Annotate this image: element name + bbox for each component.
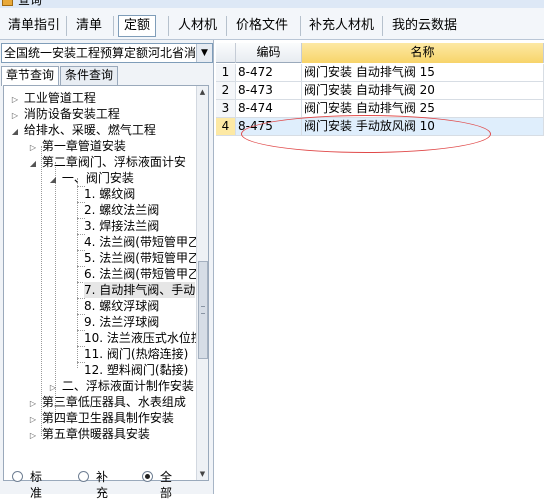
tab-separator xyxy=(382,16,383,36)
quota-library-value: 全国统一安装工程预算定额河北省消 xyxy=(4,46,196,60)
window-title: 查询 xyxy=(18,0,43,7)
grid-header: 编码 名称 xyxy=(216,43,544,63)
tree-node-fire-equipment[interactable]: ▷ 消防设备安装工程 xyxy=(10,106,120,122)
tree-leaf-selected[interactable]: 7. 自动排气阀、手动 xyxy=(84,282,196,298)
tree-node-label: 二、浮标液面计制作安装 xyxy=(61,379,194,393)
tree-node-label: 第二章阀门、浮标液面计安 xyxy=(41,155,186,169)
tab-price-file[interactable]: 价格文件 xyxy=(230,15,294,37)
tree-leaf[interactable]: 3. 焊接法兰阀 xyxy=(84,218,159,234)
cell-code[interactable]: 8-474 xyxy=(236,100,302,118)
tab-quota[interactable]: 定额 xyxy=(118,15,157,37)
cell-name[interactable]: 阀门安装 手动放风阀 10 xyxy=(302,118,544,136)
col-header-code[interactable]: 编码 xyxy=(236,43,302,63)
table-row[interactable]: 2 8-473 阀门安装 自动排气阀 20 xyxy=(216,82,544,100)
tree-node-label: 消防设备安装工程 xyxy=(23,107,120,121)
radio-label: 补充 xyxy=(96,470,109,500)
tree-leaf[interactable]: 8. 螺纹浮球阀 xyxy=(84,298,159,314)
tree-leaf[interactable]: 2. 螺纹法兰阀 xyxy=(84,202,159,218)
row-number: 2 xyxy=(216,82,236,100)
tree-leaf[interactable]: 12. 塑料阀门(黏接) xyxy=(84,362,188,378)
scroll-up-icon[interactable]: ▲ xyxy=(197,86,208,98)
tree-leaf[interactable]: 5. 法兰阀(带短管甲乙 xyxy=(84,250,200,266)
tree-leaf[interactable]: 1. 螺纹阀 xyxy=(84,186,135,202)
tree-node-water-heating-gas[interactable]: ◢ 给排水、采暖、燃气工程 xyxy=(10,122,156,138)
quota-result-grid: 编码 名称 1 8-472 阀门安装 自动排气阀 15 2 8-473 阀门安装… xyxy=(216,40,544,494)
window-titlebar: 查询 xyxy=(0,0,544,8)
tab-separator xyxy=(113,16,114,36)
col-header-name[interactable]: 名称 xyxy=(302,43,544,63)
tree-guide-line xyxy=(41,146,42,436)
col-header-index xyxy=(216,43,236,63)
tree-node-label: 第一章管道安装 xyxy=(41,139,126,153)
radio-label: 标准 xyxy=(30,470,43,500)
radio-circle-icon[interactable] xyxy=(12,471,23,482)
cell-name[interactable]: 阀门安装 自动排气阀 25 xyxy=(302,100,544,118)
tree-node-chapter-5[interactable]: ▷ 第五章供暖器具安装 xyxy=(28,426,150,442)
tree-node-label: 第四章卫生器具制作安装 xyxy=(41,411,174,425)
tree-guide-line xyxy=(77,178,78,368)
quota-library-select[interactable]: 全国统一安装工程预算定额河北省消 ▼ xyxy=(1,43,213,63)
tree-node-valve-install[interactable]: ◢ 一、阀门安装 xyxy=(48,170,134,186)
filter-radio-group: 标准 补充 全部 xyxy=(0,464,214,500)
tab-bill-guide[interactable]: 清单指引 xyxy=(2,15,66,37)
top-tab-strip: 清单指引 清单 定额 人材机 价格文件 补充人材机 我的云数据 xyxy=(0,8,544,40)
tree-leaf[interactable]: 11. 阀门(热熔连接) xyxy=(84,346,188,362)
tree-node-label: 一、阀门安装 xyxy=(61,171,134,185)
tree-node-label: 第五章供暖器具安装 xyxy=(41,427,150,441)
radio-circle-checked-icon[interactable] xyxy=(142,471,153,482)
tree-guide-line xyxy=(55,162,56,412)
tree-scrollbar[interactable]: ▲ ▼ xyxy=(196,86,208,480)
tab-separator xyxy=(226,16,227,36)
tab-supplement-lmm[interactable]: 补充人材机 xyxy=(303,15,380,37)
tree-node-label: 给排水、采暖、燃气工程 xyxy=(23,123,156,137)
tab-my-cloud-data[interactable]: 我的云数据 xyxy=(386,15,463,37)
tree-leaf[interactable]: 9. 法兰浮球阀 xyxy=(84,314,159,330)
tree-node-chapter-1[interactable]: ▷ 第一章管道安装 xyxy=(28,138,126,154)
tree-node-label: 第三章低压器具、水表组成 xyxy=(41,395,186,409)
tree-node-chapter-2[interactable]: ◢ 第二章阀门、浮标液面计安 xyxy=(28,154,186,170)
tree-node-label: 工业管道工程 xyxy=(23,91,96,105)
collapse-arrow-icon[interactable]: ◢ xyxy=(28,156,38,172)
cell-code[interactable]: 8-473 xyxy=(236,82,302,100)
radio-circle-icon[interactable] xyxy=(78,471,89,482)
collapse-arrow-icon[interactable]: ◢ xyxy=(48,172,58,188)
table-row[interactable]: 3 8-474 阀门安装 自动排气阀 25 xyxy=(216,100,544,118)
left-pane: 全国统一安装工程预算定额河北省消 ▼ 章节查询 条件查询 ▷ 工业管道工程 ▷ … xyxy=(0,40,214,500)
tab-bill[interactable]: 清单 xyxy=(70,15,108,37)
tree-leaf[interactable]: 4. 法兰阀(带短管甲乙 xyxy=(84,234,200,250)
expand-arrow-icon[interactable]: ▷ xyxy=(28,428,38,444)
cell-name[interactable]: 阀门安装 自动排气阀 15 xyxy=(302,64,544,82)
row-number: 1 xyxy=(216,64,236,82)
row-number: 4 xyxy=(216,118,236,136)
cell-code[interactable]: 8-475 xyxy=(236,118,302,136)
tab-labor-material-machine[interactable]: 人材机 xyxy=(172,15,223,37)
chapter-tree[interactable]: ▷ 工业管道工程 ▷ 消防设备安装工程 ◢ 给排水、采暖、燃气工程 ▷ 第一章管… xyxy=(3,85,209,481)
tab-separator xyxy=(300,16,301,36)
app-icon xyxy=(2,0,13,6)
tree-node-chapter-3[interactable]: ▷ 第三章低压器具、水表组成 xyxy=(28,394,186,410)
cell-code[interactable]: 8-472 xyxy=(236,64,302,82)
tree-leaf[interactable]: 10. 法兰液压式水位控 xyxy=(84,330,203,346)
collapse-arrow-icon[interactable]: ◢ xyxy=(10,124,20,140)
tree-node-chapter-4[interactable]: ▷ 第四章卫生器具制作安装 xyxy=(28,410,174,426)
tab-separator xyxy=(168,16,169,36)
tree-node-float-gauge[interactable]: ▷ 二、浮标液面计制作安装 xyxy=(48,378,194,394)
table-row[interactable]: 1 8-472 阀门安装 自动排气阀 15 xyxy=(216,64,544,82)
tree-leaf[interactable]: 6. 法兰阀(带短管甲乙 xyxy=(84,266,200,282)
table-row-selected[interactable]: 4 8-475 阀门安装 手动放风阀 10 xyxy=(216,118,544,136)
scrollbar-thumb[interactable] xyxy=(198,261,208,359)
tree-node-industrial-pipe[interactable]: ▷ 工业管道工程 xyxy=(10,90,96,106)
subtab-chapter-query[interactable]: 章节查询 xyxy=(1,66,60,86)
row-number: 3 xyxy=(216,100,236,118)
radio-label: 全部 xyxy=(160,470,173,500)
tab-separator xyxy=(66,16,67,36)
subtab-condition-query[interactable]: 条件查询 xyxy=(60,66,119,85)
chevron-down-icon[interactable]: ▼ xyxy=(196,44,212,62)
cell-name[interactable]: 阀门安装 自动排气阀 20 xyxy=(302,82,544,100)
